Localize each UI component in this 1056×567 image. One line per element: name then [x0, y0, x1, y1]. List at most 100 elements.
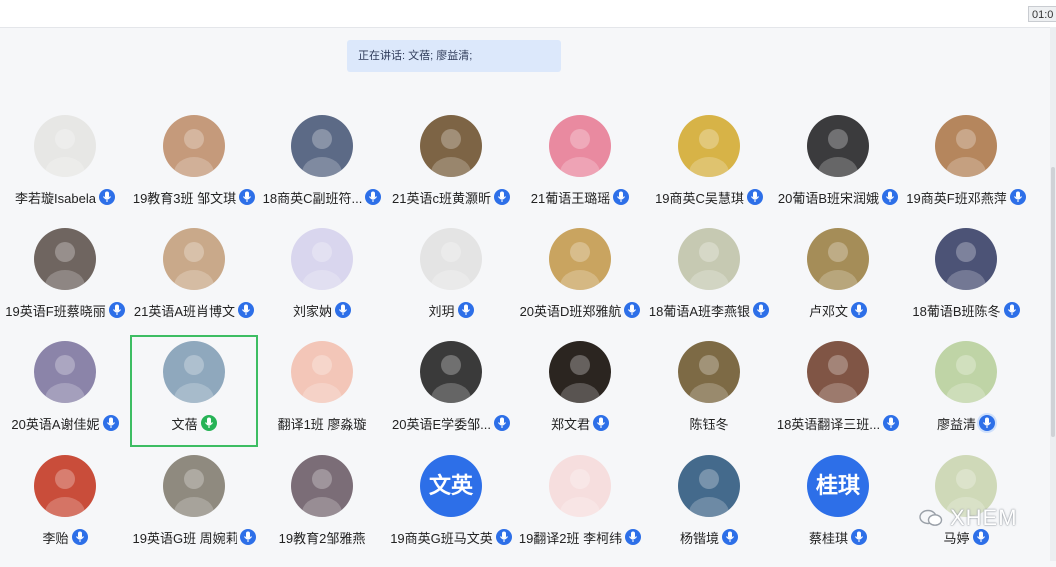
- participant-name-row: 蔡桂琪: [774, 527, 902, 547]
- microphone-icon[interactable]: [238, 302, 255, 318]
- participant-name-row: 21葡语王璐瑶: [516, 187, 644, 207]
- participant-tile[interactable]: 18商英C副班符...: [258, 115, 386, 227]
- participant-tile[interactable]: 21葡语王璐瑶: [516, 115, 644, 227]
- microphone-icon[interactable]: [1003, 302, 1020, 318]
- microphone-icon[interactable]: [746, 189, 763, 205]
- microphone-icon[interactable]: [851, 529, 867, 545]
- microphone-icon[interactable]: [239, 189, 256, 205]
- microphone-icon[interactable]: [979, 415, 995, 431]
- participant-tile[interactable]: 陈钰冬: [645, 341, 773, 453]
- participant-name-row: 19商英F班邓燕萍: [902, 187, 1030, 207]
- participant-tile[interactable]: 19商英C吴慧琪: [645, 115, 773, 227]
- participant-avatar: [420, 228, 482, 290]
- participant-name: 20英语E学委邹...: [392, 416, 491, 432]
- participant-tile[interactable]: 19商英F班邓燕萍: [902, 115, 1030, 227]
- participant-avatar: [291, 228, 353, 290]
- participant-tile[interactable]: 18葡语B班陈冬: [902, 228, 1030, 340]
- participant-name-row: 19英语G班 周婉莉: [130, 527, 258, 547]
- participant-name-row: 21英语A班肖博文: [130, 300, 258, 320]
- participant-tile[interactable]: 廖益清: [902, 341, 1030, 453]
- participant-avatar: [163, 228, 225, 290]
- participant-avatar: 文英: [420, 455, 482, 517]
- participant-tile[interactable]: 卢邓文: [774, 228, 902, 340]
- microphone-icon[interactable]: [335, 302, 351, 318]
- participant-tile[interactable]: 李若璇Isabela: [1, 115, 129, 227]
- participant-name-row: 19翻译2班 李柯纬: [516, 527, 644, 547]
- participant-name-row: 19教育2邹雅燕: [258, 527, 386, 547]
- participant-tile[interactable]: 刘玥: [387, 228, 515, 340]
- participant-avatar: [935, 341, 997, 403]
- participant-tile[interactable]: 20葡语B班宋润娥: [774, 115, 902, 227]
- microphone-icon[interactable]: [624, 302, 641, 318]
- participant-tile[interactable]: 21英语c班黄灏昕: [387, 115, 515, 227]
- participant-tile[interactable]: 19英语F班蔡晓丽: [1, 228, 129, 340]
- participant-tile[interactable]: 杨锴境: [645, 455, 773, 567]
- participant-name: 20英语D班郑雅航: [519, 303, 622, 319]
- microphone-icon[interactable]: [1009, 189, 1026, 205]
- microphone-icon[interactable]: [495, 529, 512, 545]
- scrollbar-thumb[interactable]: [1051, 167, 1055, 437]
- participant-tile[interactable]: 21英语A班肖博文: [130, 228, 258, 340]
- microphone-icon[interactable]: [457, 302, 474, 318]
- participant-avatar: [34, 228, 96, 290]
- participant-avatar: [291, 455, 353, 517]
- participant-tile[interactable]: 李贻: [1, 455, 129, 567]
- scrollbar[interactable]: [1050, 27, 1056, 561]
- participant-name: 20英语A谢佳妮: [11, 416, 100, 432]
- participant-name: 18葡语A班李燕银: [648, 303, 751, 319]
- participant-tile[interactable]: 18葡语A班李燕银: [645, 228, 773, 340]
- participant-tile[interactable]: 刘家妠: [258, 228, 386, 340]
- participant-name: 18葡语B班陈冬: [912, 303, 1001, 319]
- microphone-icon[interactable]: [365, 189, 382, 205]
- microphone-icon[interactable]: [239, 529, 256, 545]
- participant-tile[interactable]: 20英语D班郑雅航: [516, 228, 644, 340]
- microphone-icon[interactable]: [593, 415, 609, 431]
- participant-name-row: 杨锴境: [645, 527, 773, 547]
- participant-tile[interactable]: 19教育3班 邹文琪: [130, 115, 258, 227]
- participant-name-row: 李贻: [1, 527, 129, 547]
- microphone-icon[interactable]: [102, 415, 119, 431]
- participant-name: 19商英C吴慧琪: [655, 190, 744, 206]
- microphone-icon[interactable]: [851, 302, 867, 318]
- microphone-icon[interactable]: [200, 415, 217, 431]
- participant-name-row: 18葡语A班李燕银: [645, 300, 773, 320]
- microphone-icon[interactable]: [882, 189, 899, 205]
- wechat-icon: [919, 509, 943, 526]
- microphone-icon[interactable]: [493, 415, 510, 431]
- microphone-icon[interactable]: [108, 302, 125, 318]
- participant-tile[interactable]: 20英语E学委邹...: [387, 341, 515, 453]
- participant-avatar: [549, 341, 611, 403]
- participant-tile[interactable]: 桂琪 蔡桂琪: [774, 455, 902, 567]
- microphone-icon[interactable]: [625, 529, 642, 545]
- participant-tile[interactable]: 文蓓: [130, 335, 258, 447]
- participant-avatar: [163, 115, 225, 177]
- microphone-icon[interactable]: [722, 529, 738, 545]
- participant-name-row: 文蓓: [130, 413, 258, 433]
- participant-name-row: 18商英C副班符...: [258, 187, 386, 207]
- participant-tile[interactable]: 郑文君: [516, 341, 644, 453]
- participant-name: 李贻: [42, 530, 69, 546]
- participant-tile[interactable]: 翻译1班 廖淼璇: [258, 341, 386, 453]
- participant-tile[interactable]: 19翻译2班 李柯纬: [516, 455, 644, 567]
- microphone-icon[interactable]: [883, 415, 900, 431]
- participant-tile[interactable]: 文英 19商英G班马文英: [387, 455, 515, 567]
- participant-tile[interactable]: 19英语G班 周婉莉: [130, 455, 258, 567]
- participant-name-row: 19商英G班马文英: [387, 527, 515, 547]
- participant-name: 廖益清: [936, 416, 976, 432]
- microphone-icon[interactable]: [613, 189, 630, 205]
- participant-tile[interactable]: 19教育2邹雅燕: [258, 455, 386, 567]
- participant-tile[interactable]: 18英语翻译三班...: [774, 341, 902, 453]
- microphone-icon[interactable]: [71, 529, 88, 545]
- microphone-icon[interactable]: [98, 189, 115, 205]
- participant-name: 翻译1班 廖淼璇: [277, 416, 367, 432]
- microphone-icon[interactable]: [972, 529, 989, 545]
- participant-avatar: [549, 455, 611, 517]
- microphone-icon[interactable]: [493, 189, 510, 205]
- participant-avatar: [807, 228, 869, 290]
- participant-avatar: [34, 341, 96, 403]
- participant-name-row: 20英语D班郑雅航: [516, 300, 644, 320]
- participant-name: 李若璇Isabela: [15, 190, 96, 206]
- participant-avatar: [34, 115, 96, 177]
- participant-tile[interactable]: 20英语A谢佳妮: [1, 341, 129, 453]
- microphone-icon[interactable]: [753, 302, 770, 318]
